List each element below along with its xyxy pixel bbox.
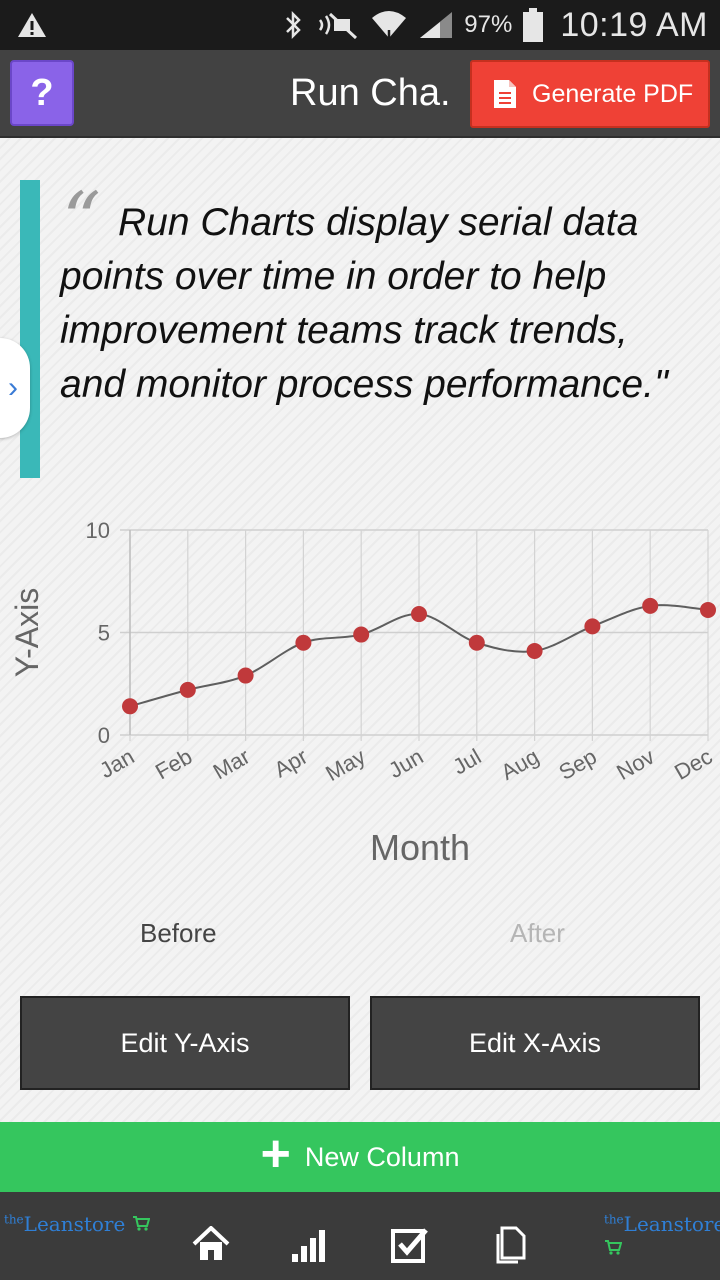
chart-labels: 0 5 10 Jan Feb Mar Apr May Jun Jul Aug Sep Nov Dec Y-A…: [9, 518, 717, 868]
generate-pdf-button[interactable]: Generate PDF: [470, 60, 710, 128]
cart-icon: [605, 1240, 623, 1255]
logo-small-text: the: [4, 1212, 24, 1227]
run-chart: 0 5 10 Jan Feb Mar Apr May Jun Jul Aug Sep Nov Dec Y-A…: [9, 518, 717, 868]
y-tick-label: 0: [98, 723, 110, 748]
data-point[interactable]: [411, 606, 427, 623]
cart-icon: [132, 1216, 151, 1231]
logo-small-text-right: the: [604, 1212, 624, 1227]
data-point[interactable]: [122, 698, 138, 715]
leanstore-logo-right: theLeanstore: [604, 1212, 720, 1260]
plus-icon: +: [260, 1125, 291, 1183]
chart-grid: [120, 529, 709, 741]
document-icon: [494, 80, 516, 108]
y-tick-label: 10: [86, 518, 110, 543]
x-tick-label: Sep: [554, 744, 600, 785]
page-title: Run Cha.: [290, 72, 451, 114]
x-tick-label: Jan: [95, 744, 138, 783]
data-point[interactable]: [468, 634, 485, 651]
x-tick-label: Mar: [209, 744, 254, 785]
bluetooth-icon: [286, 10, 302, 40]
warning-icon: [18, 13, 46, 37]
signal-icon: [420, 12, 453, 38]
logo-text-right: Leanstore: [623, 1212, 720, 1236]
legend-after[interactable]: After: [510, 918, 565, 949]
x-tick-label: Nov: [612, 744, 658, 785]
status-bar: 97% 10:19 AM: [0, 0, 720, 50]
pages-icon[interactable]: [494, 1226, 528, 1264]
content-area: “ Run Charts display serial data points …: [0, 138, 720, 1122]
y-tick-label: 5: [98, 621, 110, 646]
generate-pdf-label: Generate PDF: [532, 79, 694, 108]
data-point[interactable]: [700, 601, 716, 618]
new-column-label: New Column: [304, 1141, 460, 1172]
data-point[interactable]: [526, 642, 543, 659]
y-axis-title: Y-Axis: [9, 588, 45, 678]
legend-before[interactable]: Before: [140, 918, 217, 949]
data-point[interactable]: [584, 618, 601, 635]
leanstore-logo-left: theLeanstore: [4, 1212, 151, 1236]
x-tick-label: Jun: [384, 744, 427, 783]
new-column-button[interactable]: + New Column: [0, 1122, 720, 1192]
bottom-nav: theLeanstore theLeanstore: [0, 1192, 720, 1280]
x-tick-label: Dec: [670, 744, 716, 785]
x-axis-title: Month: [370, 827, 470, 868]
edit-y-axis-button[interactable]: Edit Y-Axis: [20, 996, 350, 1090]
help-button[interactable]: ?: [10, 60, 74, 126]
drawer-toggle-button[interactable]: ›: [0, 338, 30, 438]
x-tick-label: Jul: [448, 744, 485, 780]
battery-percent: 97%: [464, 11, 513, 38]
x-tick-label: Aug: [497, 744, 543, 785]
x-tick-label: Apr: [270, 744, 312, 783]
help-label: ?: [30, 71, 54, 114]
data-point[interactable]: [237, 667, 254, 684]
battery-icon: [523, 8, 544, 42]
clock: 10:19 AM: [560, 5, 708, 44]
mute-icon: [319, 12, 358, 40]
bar-chart-icon[interactable]: [290, 1226, 328, 1262]
data-point[interactable]: [295, 634, 312, 651]
checkbox-icon[interactable]: [390, 1226, 430, 1264]
chevron-right-icon: ›: [8, 371, 18, 404]
quote-text: Run Charts display serial data points ov…: [60, 201, 668, 406]
logo-text: Leanstore: [23, 1212, 126, 1236]
quote-accent-bar: [20, 180, 40, 478]
x-tick-label: May: [321, 744, 369, 786]
home-icon[interactable]: [192, 1226, 230, 1262]
x-tick-label: Feb: [151, 744, 196, 785]
edit-x-axis-button[interactable]: Edit X-Axis: [370, 996, 700, 1090]
app-bar: ? Run Cha. Generate PDF: [0, 50, 720, 138]
data-point[interactable]: [642, 597, 659, 614]
wifi-icon: [372, 11, 407, 42]
data-point[interactable]: [353, 626, 370, 643]
data-point[interactable]: [179, 681, 196, 698]
